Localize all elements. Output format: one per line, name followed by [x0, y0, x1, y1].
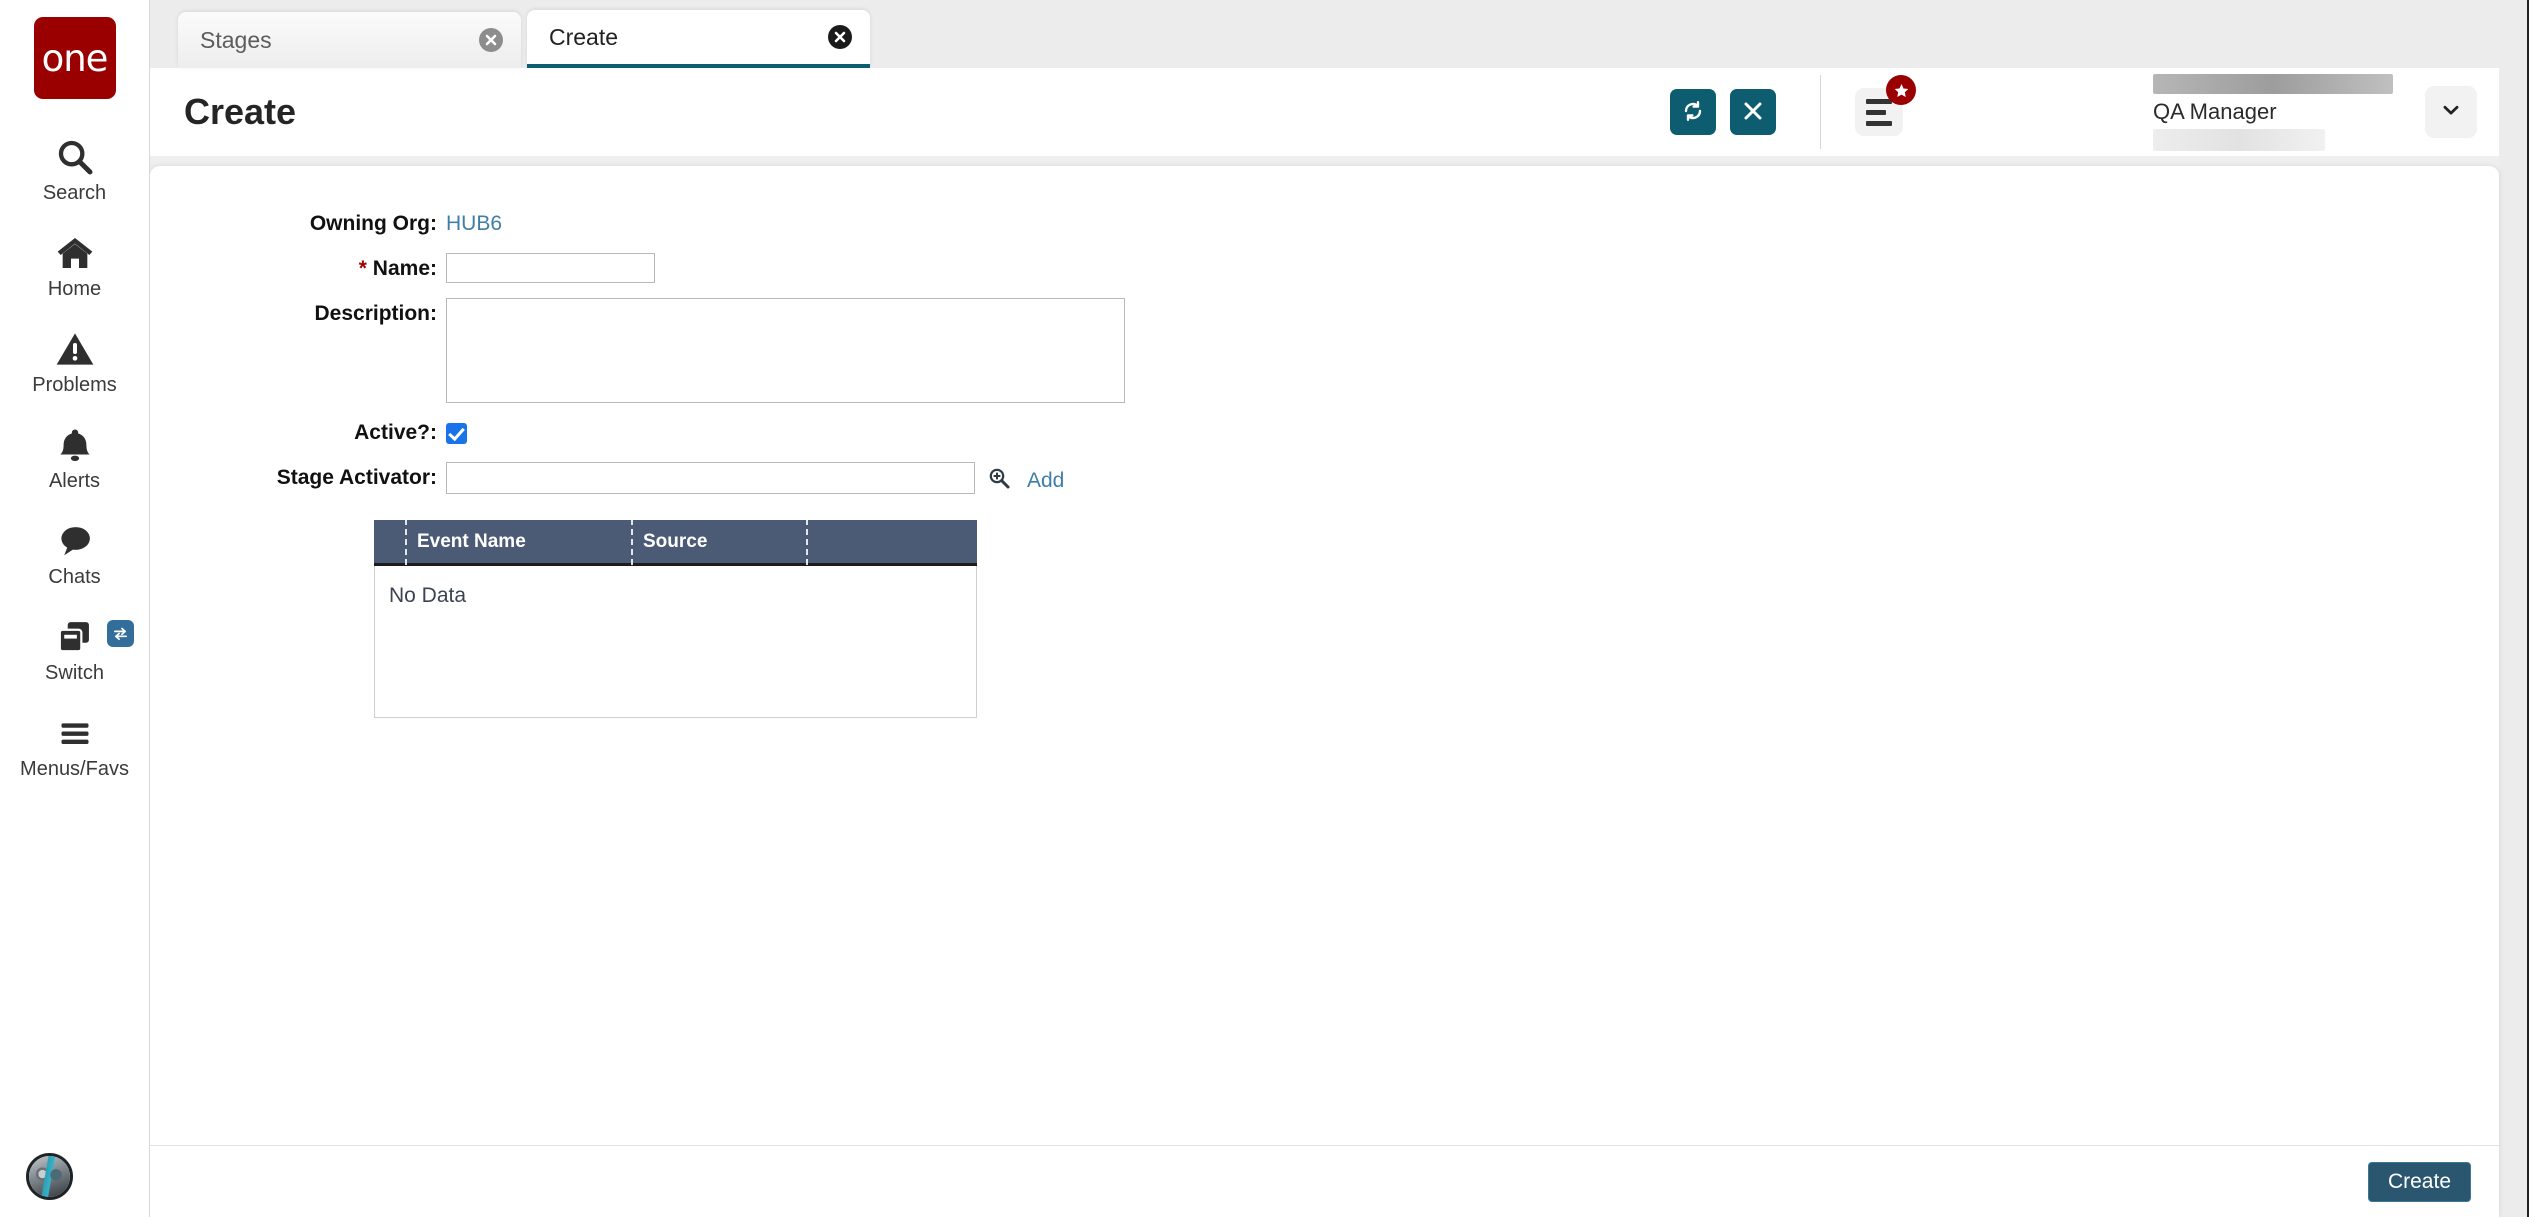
required-marker: *: [358, 257, 367, 280]
description-label: Description:: [314, 302, 437, 325]
refresh-icon: [1681, 99, 1705, 126]
swap-arrows-icon[interactable]: [106, 620, 134, 647]
search-plus-icon[interactable]: [987, 466, 1011, 495]
profile-dropdown-button[interactable]: [2425, 86, 2477, 138]
header-actions: QA Manager: [1656, 68, 2499, 156]
tab-create[interactable]: Create: [527, 10, 870, 68]
warning-triangle-icon: [55, 326, 95, 372]
avatar-image: [29, 1156, 70, 1197]
field-name: * Name:: [150, 253, 2499, 284]
sidebar-item-label: Home: [47, 278, 102, 300]
page-header: Create QA Manager: [150, 68, 2499, 156]
home-icon: [54, 230, 96, 276]
brand-logo-text: one: [41, 36, 109, 80]
active-checkbox[interactable]: [446, 423, 467, 444]
user-profile[interactable]: QA Manager: [2153, 73, 2403, 151]
add-link[interactable]: Add: [1027, 465, 1064, 496]
sidebar-item-problems[interactable]: Problems: [0, 313, 149, 409]
search-icon: [55, 134, 95, 180]
tab-label: Create: [549, 23, 619, 50]
sidebar-item-label: Search: [42, 182, 107, 204]
hamburger-icon: [55, 710, 95, 756]
sidebar-item-menus-favs[interactable]: Menus/Favs: [0, 697, 149, 793]
brand-logo[interactable]: one: [33, 17, 116, 99]
sidebar-item-switch[interactable]: Switch: [0, 601, 149, 697]
bell-icon: [56, 422, 94, 468]
field-owning-org: Owning Org: HUB6: [150, 208, 2499, 239]
redacted-user-org: [2153, 128, 2325, 151]
sidebar-item-chats[interactable]: Chats: [0, 505, 149, 601]
close-page-button[interactable]: [1730, 89, 1776, 135]
description-textarea[interactable]: [446, 298, 1125, 403]
stage-activator-label: Stage Activator:: [276, 466, 437, 489]
sidebar-item-label: Chats: [48, 566, 101, 588]
create-button[interactable]: Create: [2367, 1161, 2471, 1202]
owning-org-label: Owning Org:: [309, 212, 437, 235]
menu-bar: [1866, 120, 1892, 126]
events-grid: Event Name Source No Data: [374, 518, 977, 718]
sidebar-item-label: Menus/Favs: [20, 758, 129, 780]
page-title: Create: [184, 91, 297, 132]
close-circle-icon[interactable]: [479, 28, 503, 52]
field-description: Description:: [150, 298, 2499, 403]
name-label: * Name:: [150, 253, 446, 284]
left-navigation-rail: one Search Home Problems Alerts Chats Sw…: [0, 0, 150, 1217]
name-input[interactable]: [446, 253, 655, 283]
active-label: Active?:: [354, 421, 437, 444]
content-wrapper: Owning Org: HUB6 * Name: Description: Ac…: [150, 156, 2499, 1217]
close-x-icon: [1742, 100, 1764, 125]
redacted-user-name: [2153, 73, 2393, 94]
field-active: Active?:: [150, 417, 2499, 448]
user-role: QA Manager: [2153, 98, 2277, 124]
sidebar-item-label: Switch: [45, 662, 104, 684]
grid-col-selector[interactable]: [374, 518, 407, 565]
menu-bar: [1866, 109, 1886, 115]
grid-col-extra[interactable]: [808, 519, 977, 565]
refresh-button[interactable]: [1670, 89, 1716, 135]
header-divider: [1820, 75, 1821, 149]
sidebar-item-label: Problems: [32, 374, 117, 396]
close-circle-icon[interactable]: [828, 25, 852, 49]
grid-col-event-name[interactable]: Event Name: [407, 518, 633, 565]
grid-header-row: Event Name Source: [374, 518, 977, 566]
grid-body: No Data: [374, 566, 977, 718]
list-menu-icon[interactable]: [1855, 75, 1916, 136]
grid-col-source[interactable]: Source: [633, 518, 808, 565]
user-avatar[interactable]: [26, 1153, 73, 1200]
star-icon: [1886, 75, 1916, 105]
menu-bar: [1866, 98, 1892, 104]
form-body: Owning Org: HUB6 * Name: Description: Ac…: [150, 166, 2499, 1145]
main-area: Stages Create Create QA Manager Owning O…: [150, 0, 2529, 1217]
sidebar-item-search[interactable]: Search: [0, 121, 149, 217]
tab-strip: Stages Create: [150, 0, 2527, 68]
sidebar-item-alerts[interactable]: Alerts: [0, 409, 149, 505]
chat-bubble-icon: [55, 518, 95, 564]
chevron-down-icon: [2440, 99, 2462, 126]
page-container: Create QA Manager Owning Org: HUB6 * Nam…: [150, 68, 2499, 1217]
tab-label: Stages: [200, 26, 272, 53]
sidebar-item-home[interactable]: Home: [0, 217, 149, 313]
application-window: one Search Home Problems Alerts Chats Sw…: [0, 0, 2529, 1217]
switch-windows-icon: [55, 614, 134, 660]
owning-org-value[interactable]: HUB6: [446, 208, 502, 239]
form-footer: Create: [150, 1145, 2499, 1217]
field-stage-activator: Stage Activator: Add: [150, 462, 2499, 496]
tab-stages[interactable]: Stages: [178, 12, 521, 68]
grid-empty-message: No Data: [389, 584, 467, 607]
rail-item-list: Search Home Problems Alerts Chats Switch…: [0, 121, 149, 793]
stage-activator-input[interactable]: [446, 462, 975, 494]
name-label-text: Name:: [372, 257, 437, 280]
form-card: Owning Org: HUB6 * Name: Description: Ac…: [150, 166, 2499, 1217]
sidebar-item-label: Alerts: [48, 470, 101, 492]
